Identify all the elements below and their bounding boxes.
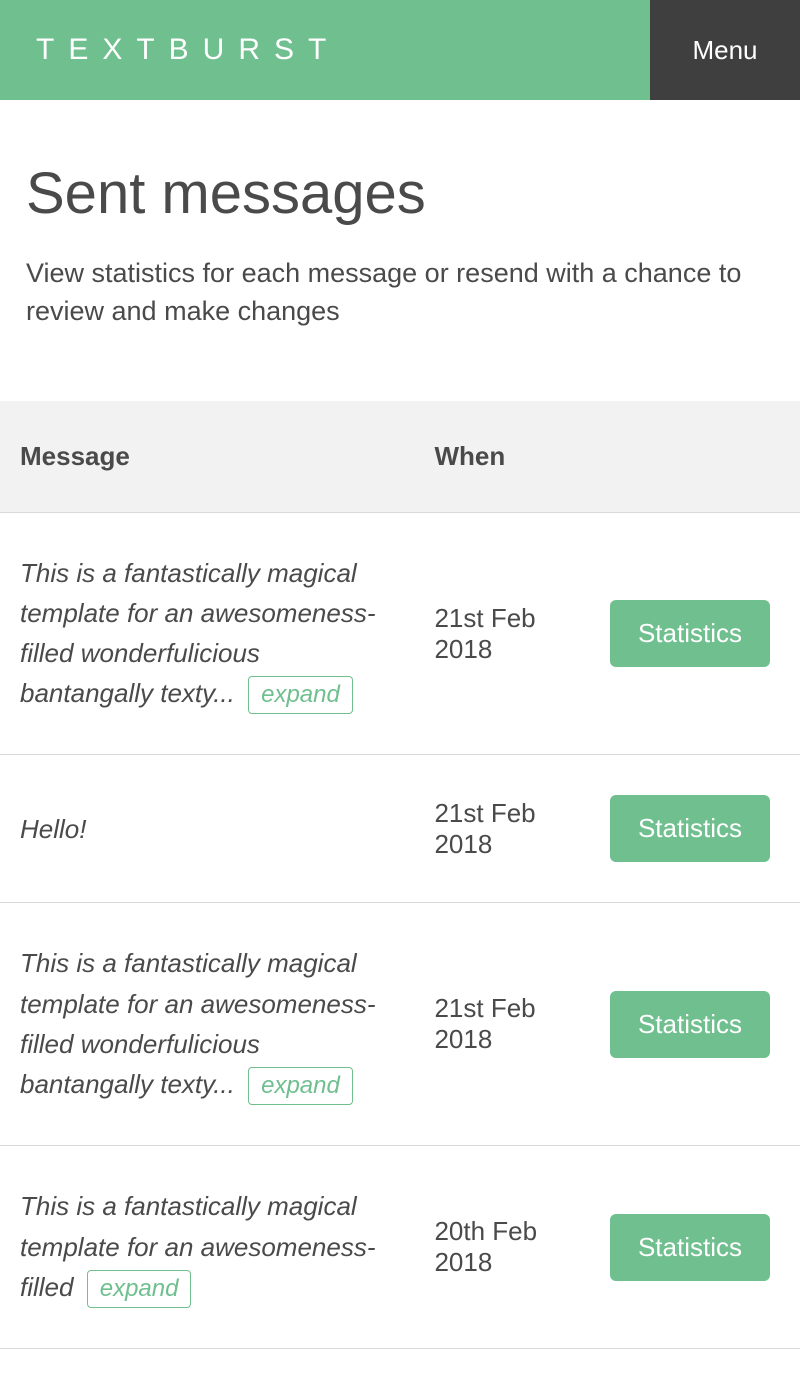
cell-when: 21st Feb 2018	[414, 755, 589, 903]
table-row: This is a fantastically magical template…	[0, 512, 800, 755]
expand-button[interactable]: expand	[248, 1067, 353, 1105]
menu-button[interactable]: Menu	[650, 0, 800, 100]
statistics-button[interactable]: Statistics	[610, 991, 770, 1058]
cell-message: This is a fantastically magical template…	[0, 512, 414, 755]
cell-actions: Statistics	[590, 512, 800, 755]
cell-actions: Statistics	[590, 903, 800, 1146]
cell-when: 21st Feb 2018	[414, 512, 589, 755]
sent-messages-table: Message When This is a fantastically mag…	[0, 401, 800, 1349]
col-header-message: Message	[0, 401, 414, 513]
brand-area: TEXTBURST	[0, 0, 650, 100]
cell-message: This is a fantastically magical template…	[0, 1146, 414, 1349]
table-header-row: Message When	[0, 401, 800, 513]
brand-logo-text: TEXTBURST	[36, 33, 340, 67]
page-title: Sent messages	[26, 160, 774, 227]
expand-button[interactable]: expand	[248, 676, 353, 714]
cell-when: 20th Feb 2018	[414, 1146, 589, 1349]
message-text: Hello!	[20, 814, 86, 844]
cell-when: 21st Feb 2018	[414, 903, 589, 1146]
statistics-button[interactable]: Statistics	[610, 600, 770, 667]
message-text: This is a fantastically magical template…	[20, 1191, 376, 1302]
col-header-when: When	[414, 401, 589, 513]
cell-message: Hello!	[0, 755, 414, 903]
cell-message: This is a fantastically magical template…	[0, 903, 414, 1146]
menu-label: Menu	[692, 35, 757, 66]
page-content: Sent messages View statistics for each m…	[0, 100, 800, 361]
cell-actions: Statistics	[590, 1146, 800, 1349]
page-subtitle: View statistics for each message or rese…	[26, 255, 774, 331]
expand-button[interactable]: expand	[87, 1270, 192, 1308]
table-row: This is a fantastically magical template…	[0, 903, 800, 1146]
cell-actions: Statistics	[590, 755, 800, 903]
table-row: This is a fantastically magical template…	[0, 1146, 800, 1349]
col-header-actions	[590, 401, 800, 513]
table-row: Hello! 21st Feb 2018 Statistics	[0, 755, 800, 903]
statistics-button[interactable]: Statistics	[610, 795, 770, 862]
statistics-button[interactable]: Statistics	[610, 1214, 770, 1281]
app-header: TEXTBURST Menu	[0, 0, 800, 100]
